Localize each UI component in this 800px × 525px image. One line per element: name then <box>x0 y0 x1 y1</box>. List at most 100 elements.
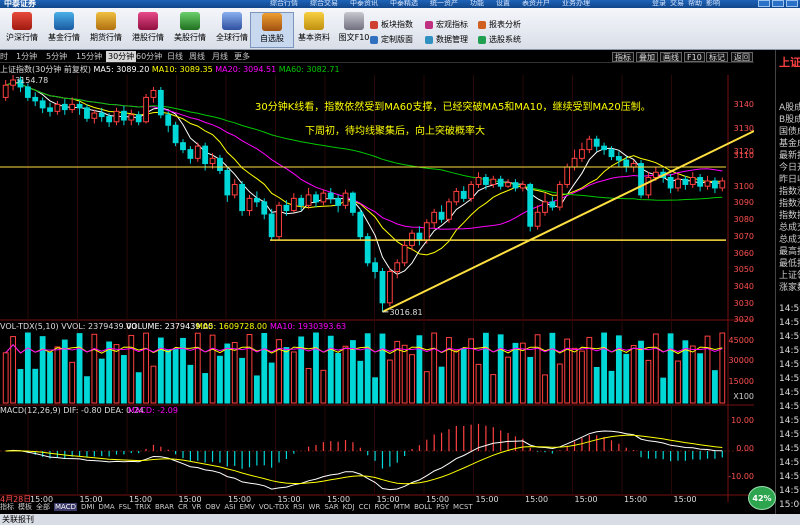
toolbar-button-hk[interactable]: 港股行情 <box>126 12 170 48</box>
indicator-tab[interactable]: FSL <box>119 503 131 511</box>
dea-line <box>5 434 723 485</box>
candle-body <box>2 84 9 98</box>
period-tab[interactable]: 60分钟 <box>136 51 162 62</box>
indicator-tab[interactable]: MCST <box>453 503 473 511</box>
candle-body <box>652 171 659 178</box>
toolbar-button-global[interactable]: 全球行情 <box>210 12 254 48</box>
toolbar-button-watchlist[interactable]: 自选股 <box>250 12 294 48</box>
login-link[interactable]: 登录 <box>652 0 666 8</box>
toolbar-link-macro[interactable]: 宏观指标 <box>425 17 468 32</box>
status-bar: 关联报刊 <box>0 514 800 525</box>
indicator-tab[interactable]: BRAR <box>155 503 174 511</box>
watchlist-icon <box>262 13 282 31</box>
f10-button[interactable]: F10 <box>684 52 705 62</box>
period-tab[interactable]: 时 <box>0 51 8 62</box>
menu-item[interactable]: 统一资产 <box>430 0 458 8</box>
toolbar-link-sector-index[interactable]: 板块指数 <box>370 17 413 32</box>
back-button[interactable]: 返回 <box>731 52 753 62</box>
period-tab[interactable]: 15分钟 <box>76 51 102 62</box>
volume-bar <box>409 354 415 404</box>
period-tab[interactable]: 5分钟 <box>46 51 67 62</box>
price-tick: 3130 <box>734 124 754 133</box>
menu-item[interactable]: 业务办理 <box>562 0 590 8</box>
volume-bar <box>512 342 519 404</box>
candle-body <box>704 180 711 187</box>
toolbar-link-data-mgmt[interactable]: 数据管理 <box>425 32 468 47</box>
toolbar-link-custom-layout[interactable]: 定制版面 <box>370 32 413 47</box>
volume-bar <box>497 334 504 404</box>
macd-panel <box>5 423 723 491</box>
toolbar-link-stock-picker[interactable]: 选股系统 <box>478 32 521 47</box>
toolbar-button-profile[interactable]: 基本资料 <box>292 12 336 48</box>
menu-item[interactable]: 表资开户 <box>522 0 550 8</box>
volume-bar <box>697 353 704 404</box>
menu-item[interactable]: 功能 <box>470 0 484 8</box>
volume-bar <box>54 346 61 404</box>
minimize-icon[interactable] <box>758 0 770 7</box>
volume-bar <box>586 336 593 404</box>
menu-item[interactable]: 综合交易 <box>310 0 338 8</box>
indicator-tab[interactable]: WR <box>309 503 321 511</box>
indicator-button[interactable]: 指标 <box>612 52 634 62</box>
period-tab[interactable]: 1分钟 <box>16 51 37 62</box>
toolbar-button-us[interactable]: 美股行情 <box>168 12 212 48</box>
tick-time: 14:59 <box>779 486 800 496</box>
period-tab[interactable]: 月线 <box>212 51 228 62</box>
effect-link[interactable]: 影响 <box>706 0 720 8</box>
kline-chart[interactable]: 30分钟K线看，指数依然受到MA60支撑，已经突破MA5和MA10，继续受到MA… <box>0 75 754 522</box>
volume-bar <box>217 355 223 404</box>
volume-bar <box>283 347 290 404</box>
progress-badge[interactable]: 42% <box>748 486 776 510</box>
volume-bar <box>290 351 297 404</box>
overlay-button[interactable]: 叠加 <box>636 52 658 62</box>
menu-item[interactable]: 设置 <box>496 0 510 8</box>
maximize-icon[interactable] <box>772 0 784 7</box>
menu-item[interactable]: 中泰资讯 <box>350 0 378 8</box>
indicator-tab[interactable]: ROC <box>374 503 389 511</box>
candle-body <box>32 96 39 102</box>
toolbar-button-hushen[interactable]: 沪深行情 <box>0 12 44 48</box>
indicator-tab[interactable]: RSI <box>293 503 304 511</box>
indicator-tab[interactable]: PSY <box>436 503 449 511</box>
indicator-tab[interactable]: VR <box>192 503 202 511</box>
indicator-tab[interactable]: 模板 <box>18 502 32 512</box>
indicator-tab[interactable]: TRIX <box>135 503 151 511</box>
indicator-tab[interactable]: MTM <box>394 503 410 511</box>
indicator-tab[interactable]: CR <box>178 503 188 511</box>
indicator-tab[interactable]: OBV <box>205 503 220 511</box>
mark-button[interactable]: 标记 <box>706 52 728 62</box>
indicator-tab[interactable]: DMI <box>81 503 95 511</box>
close-icon[interactable] <box>786 0 798 7</box>
ma60-line <box>5 82 723 201</box>
period-tab[interactable]: 周线 <box>189 51 205 62</box>
indicator-tab[interactable]: ASI <box>224 503 235 511</box>
indicator-tab[interactable]: DMA <box>98 503 114 511</box>
candle-body <box>689 176 696 185</box>
title-bar: 中泰证券 综合行情 综合交易 中泰资讯 中泰精选 统一资产 功能 设置 表资开户… <box>0 0 800 8</box>
candle-body <box>54 103 61 112</box>
volume-bar <box>84 376 90 404</box>
indicator-tab[interactable]: CCI <box>359 503 371 511</box>
period-tab-selected[interactable]: 30分钟 <box>106 51 137 62</box>
help-link[interactable]: 帮助 <box>688 0 702 8</box>
toolbar-button-fund[interactable]: 基金行情 <box>42 12 86 48</box>
indicator-tab[interactable]: 全部 <box>36 502 50 512</box>
index-name: 上证指数(30分钟 前复权) <box>0 65 91 74</box>
menu-item[interactable]: 中泰精选 <box>390 0 418 8</box>
indicator-tab[interactable]: MACD <box>54 503 77 511</box>
toolbar-button-futures[interactable]: 期货行情 <box>84 12 128 48</box>
indicator-tab[interactable]: 指标 <box>0 502 14 512</box>
indicator-tab[interactable]: KDJ <box>343 503 355 511</box>
draw-button[interactable]: 画线 <box>660 52 682 62</box>
indicator-tab[interactable]: VOL-TDX <box>259 503 289 511</box>
trade-link[interactable]: 交易 <box>670 0 684 8</box>
candle-body <box>423 222 430 241</box>
indicator-tab[interactable]: BOLL <box>414 503 432 511</box>
toolbar-link-report[interactable]: 报表分析 <box>478 17 521 32</box>
indicator-tab[interactable]: SAR <box>324 503 338 511</box>
volume-bar <box>593 366 600 404</box>
indicator-tab[interactable]: EMV <box>240 503 255 511</box>
menu-item[interactable]: 综合行情 <box>270 0 298 8</box>
period-tab[interactable]: 日线 <box>167 51 183 62</box>
period-tab[interactable]: 更多 <box>234 51 250 62</box>
